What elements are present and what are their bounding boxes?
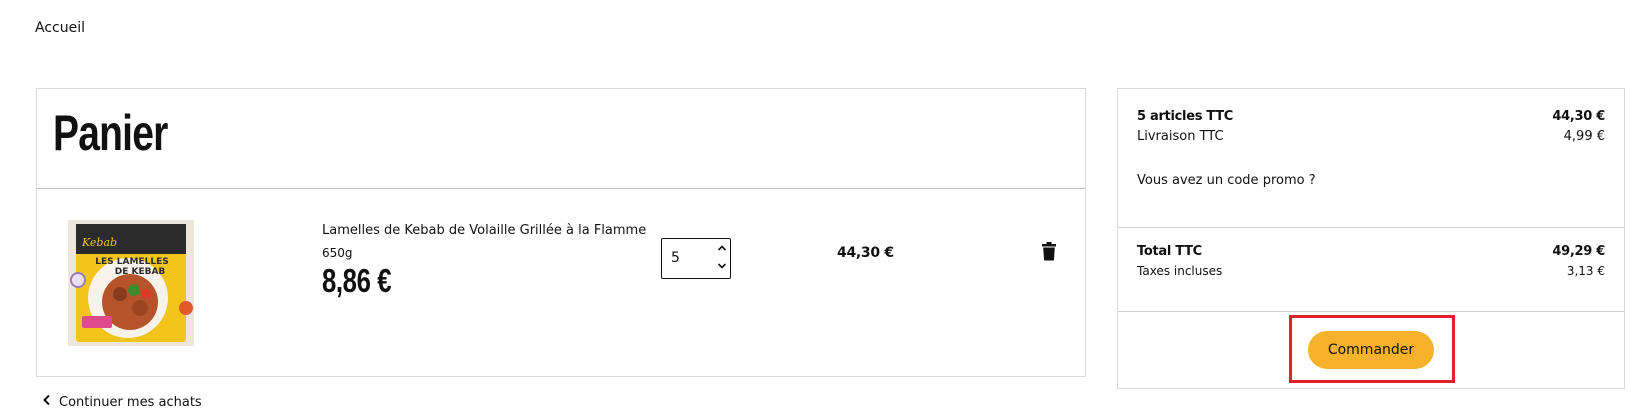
product-image-line2: DE KEBAB	[115, 267, 166, 277]
product-image-brand: Kebab	[81, 236, 117, 249]
articles-label: 5 articles TTC	[1137, 109, 1234, 124]
tax-row: Taxes incluses 3,13 €	[1137, 264, 1605, 278]
continue-shopping-link[interactable]: Continuer mes achats	[42, 394, 202, 410]
tax-value: 3,13 €	[1566, 264, 1605, 278]
total-label: Total TTC	[1137, 244, 1202, 259]
breadcrumb: Accueil	[35, 20, 85, 36]
articles-value: 44,30 €	[1552, 109, 1605, 124]
chevron-up-icon[interactable]	[716, 242, 728, 254]
line-total: 44,30 €	[837, 245, 894, 261]
articles-row: 5 articles TTC 44,30 €	[1137, 109, 1605, 124]
chevron-down-icon[interactable]	[716, 260, 728, 272]
delivery-value: 4,99 €	[1563, 129, 1605, 144]
breadcrumb-home-link[interactable]: Accueil	[35, 20, 85, 36]
delivery-row: Livraison TTC 4,99 €	[1137, 129, 1605, 144]
tax-label: Taxes incluses	[1137, 264, 1223, 278]
product-unit-price: 8,86 €	[322, 262, 392, 299]
chevron-left-icon	[42, 394, 56, 410]
total-row: Total TTC 49,29 €	[1137, 244, 1605, 259]
promo-code-link[interactable]: Vous avez un code promo ?	[1137, 173, 1316, 188]
cart-divider	[37, 188, 1085, 189]
summary-divider-bottom	[1118, 311, 1624, 312]
order-button[interactable]: Commander	[1308, 331, 1434, 369]
delivery-label: Livraison TTC	[1137, 129, 1224, 144]
summary-divider-top	[1118, 227, 1624, 228]
cart-panel: Panier Kebab LES LAMELLES DE KEBAB Lamel…	[36, 88, 1086, 377]
continue-shopping-label: Continuer mes achats	[59, 394, 202, 410]
product-image[interactable]: Kebab LES LAMELLES DE KEBAB	[68, 220, 194, 346]
trash-icon[interactable]	[1041, 242, 1057, 261]
product-image-line1: LES LAMELLES	[95, 257, 168, 267]
quantity-stepper[interactable]: 5	[661, 238, 731, 279]
quantity-value[interactable]: 5	[671, 250, 680, 266]
page-title: Panier	[53, 105, 168, 161]
product-name[interactable]: Lamelles de Kebab de Volaille Grillée à …	[322, 223, 646, 238]
product-weight: 650g	[322, 246, 353, 260]
total-value: 49,29 €	[1552, 244, 1605, 259]
